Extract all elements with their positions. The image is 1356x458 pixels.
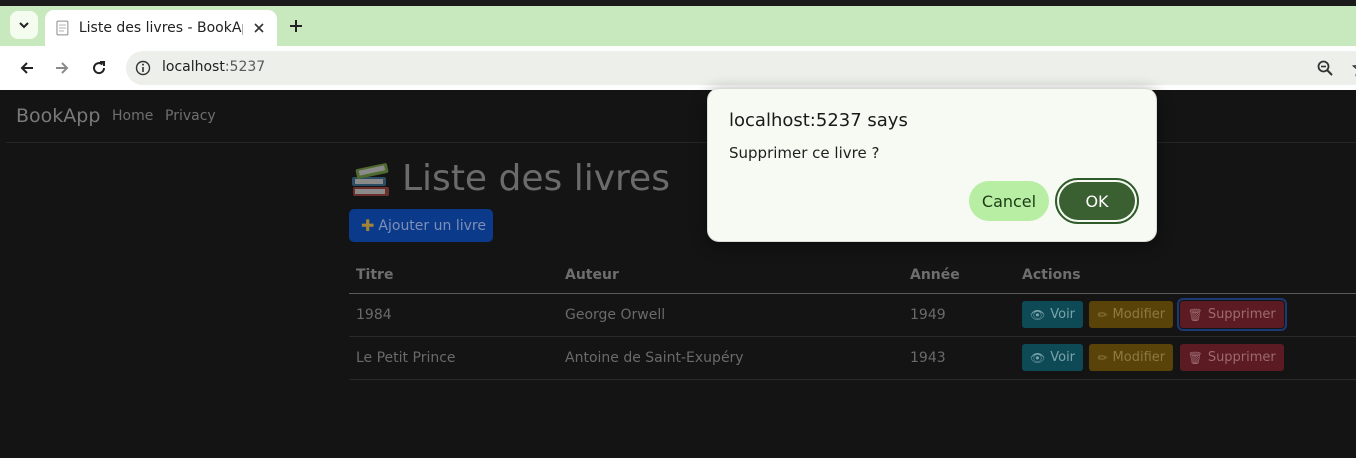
edit-label: Modifier [1112,307,1166,322]
cell-actions: 👁 Voir ✏ Modifier 🗑 Supprimer [1015,293,1356,337]
ok-button-label: OK [1059,182,1135,220]
url-host: localhost [162,59,225,75]
url-port: :5237 [224,59,266,75]
reload-icon [93,61,106,75]
delete-label: Supprimer [1207,307,1276,322]
cancel-button[interactable]: Cancel [969,181,1049,221]
zoom-icon[interactable] [1316,59,1334,77]
header-actions: Actions [1015,257,1356,294]
dialog-message: Supprimer ce livre ? [729,144,880,162]
edit-button[interactable]: ✏ Modifier [1089,301,1174,328]
nav-link-home[interactable]: Home [112,108,153,124]
brand-link[interactable]: BookApp [16,105,100,127]
nav-link-privacy[interactable]: Privacy [165,108,216,124]
header-titre: Titre [349,257,558,294]
eye-icon: 👁 [1030,350,1046,365]
browser-tab[interactable]: Liste des livres - BookApp [45,10,277,46]
view-label: Voir [1050,307,1076,322]
address-bar[interactable]: localhost:5237 [126,51,1356,85]
table-row: Le Petit Prince Antoine de Saint-Exupéry… [349,336,1356,380]
tab-strip: Liste des livres - BookApp [0,0,1356,46]
header-annee: Année [903,257,1015,294]
delete-button[interactable]: 🗑 Supprimer [1176,298,1287,331]
view-button[interactable]: 👁 Voir [1022,301,1084,328]
view-label: Voir [1050,350,1076,365]
cell-actions: 👁 Voir ✏ Modifier 🗑 Supprimer [1015,336,1356,380]
eye-icon: 👁 [1030,307,1046,322]
trash-icon: 🗑 [1187,307,1203,322]
site-info-icon[interactable] [135,60,151,76]
tab-title: Liste des livres - BookApp [78,20,244,36]
tab-search-button[interactable] [10,11,38,39]
plus-icon: ✚ [361,216,375,235]
delete-button[interactable]: 🗑 Supprimer [1179,344,1284,371]
cell-titre: 1984 [349,293,558,337]
add-book-button[interactable]: ✚ Ajouter un livre [349,209,493,242]
table-row: 1984 George Orwell 1949 👁 Voir ✏ Modifier … [349,293,1356,337]
page-title-text: Liste des livres [402,158,670,199]
forward-arrow-icon [56,62,69,74]
edit-label: Modifier [1112,350,1166,365]
tab-close-icon[interactable] [251,20,267,36]
cell-auteur: Antoine de Saint-Exupéry [558,336,903,380]
cell-annee: 1943 [903,336,1015,380]
dialog-title: localhost:5237 says [729,110,908,131]
back-arrow-icon [20,62,33,74]
pencil-icon: ✏ [1097,350,1108,365]
back-button[interactable] [15,56,39,80]
reload-button[interactable] [87,56,111,80]
delete-label: Supprimer [1207,350,1276,365]
trash-icon: 🗑 [1187,350,1203,365]
url-text: localhost:5237 [162,59,265,75]
ok-button[interactable]: OK [1055,178,1139,224]
cell-titre: Le Petit Prince [349,336,558,380]
chevron-down-icon [19,22,29,29]
window-top-edge [0,0,1356,6]
books-icon [352,162,389,196]
page-title: Liste des livres [350,158,670,199]
edit-button[interactable]: ✏ Modifier [1089,344,1174,371]
table-header-row: Titre Auteur Année Actions [349,257,1356,294]
document-favicon-icon [56,20,69,36]
new-tab-button[interactable] [284,14,308,38]
browser-toolbar: localhost:5237 [0,46,1356,90]
forward-button[interactable] [50,56,74,80]
plus-icon [290,20,302,32]
cell-annee: 1949 [903,293,1015,337]
confirm-dialog: localhost:5237 says Supprimer ce livre ?… [707,88,1157,242]
header-auteur: Auteur [558,257,903,294]
add-book-label: Ajouter un livre [378,217,486,234]
cell-auteur: George Orwell [558,293,903,337]
books-table: Titre Auteur Année Actions 1984 George O… [349,257,1356,380]
pencil-icon: ✏ [1097,307,1108,322]
view-button[interactable]: 👁 Voir [1022,344,1084,371]
bookmark-star-icon[interactable] [1352,59,1356,77]
